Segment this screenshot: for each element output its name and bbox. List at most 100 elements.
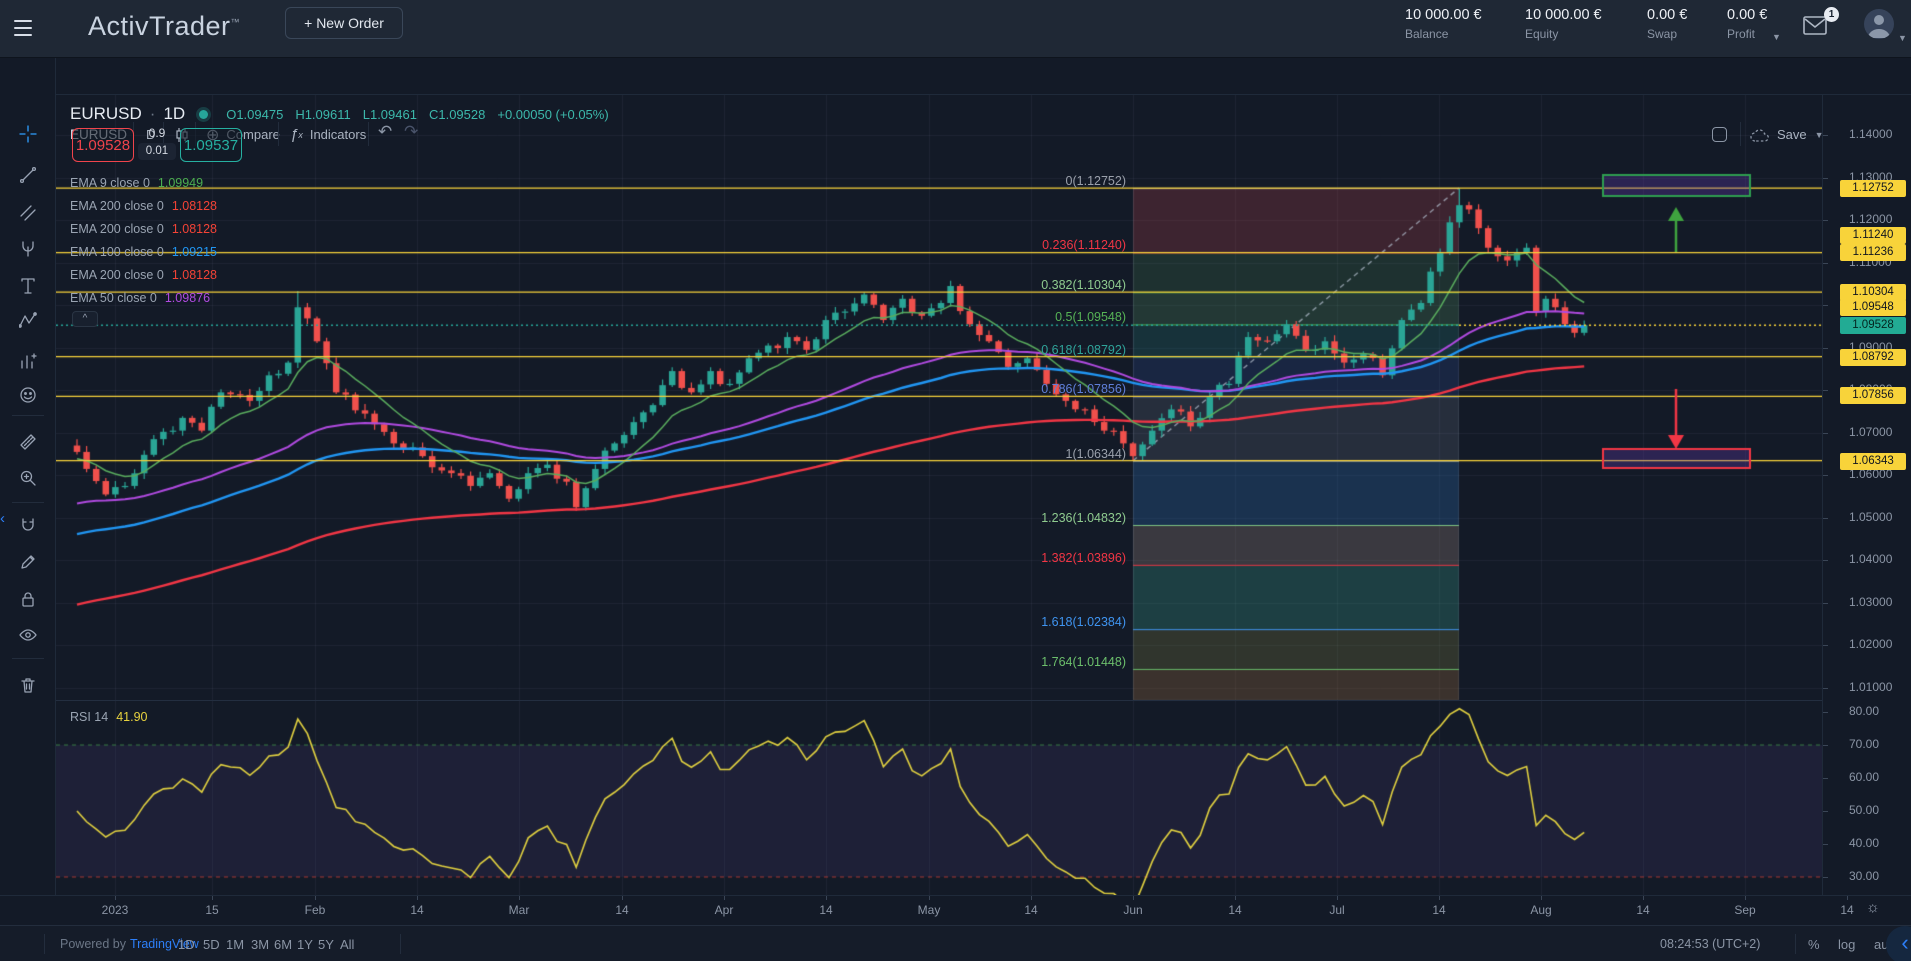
price-level-badge: 1.07856: [1840, 387, 1906, 404]
price-axis[interactable]: 1.140001.130001.120001.110001.100001.090…: [1822, 95, 1911, 925]
fib-level-label: 1(1.06344): [1066, 447, 1126, 461]
measure-ruler-tool-icon[interactable]: [10, 424, 46, 460]
chart-toolbar: EURUSD D ⊕ Compare ƒx Indicators ↶ ↷: [0, 58, 1911, 95]
legend-symbol[interactable]: EURUSD: [70, 104, 142, 124]
fib-level-label: 0.786(1.07856): [1041, 382, 1126, 396]
clock: 08:24:53 (UTC+2): [1660, 926, 1760, 961]
time-axis-label: 14: [1432, 903, 1445, 917]
fib-level-label: 1.382(1.03896): [1041, 551, 1126, 565]
ema-200-legend-row[interactable]: EMA 200 close 01.08128: [70, 222, 217, 236]
buy-button[interactable]: 1.09537: [180, 128, 242, 162]
chart-legend: EURUSD · 1D O1.09475 H1.09611 L1.09461 C…: [70, 104, 609, 124]
spread: 0.9 0.01: [134, 128, 180, 160]
balance-stat: 10 000.00 €Balance: [1405, 7, 1482, 41]
emoji-tool-icon[interactable]: [10, 377, 46, 413]
ema-200-legend-row[interactable]: EMA 200 close 01.08128: [70, 268, 217, 282]
pane-separator[interactable]: [56, 700, 1822, 701]
time-axis-label: Apr: [715, 903, 734, 917]
price-tick-label: 1.04000: [1849, 552, 1892, 566]
ema-50-legend-row[interactable]: EMA 50 close 01.09876: [70, 291, 210, 305]
new-order-button[interactable]: + New Order: [285, 7, 403, 39]
fib-level-label: 0.618(1.08792): [1041, 343, 1126, 357]
time-axis-label: 14: [819, 903, 832, 917]
pattern-tool-icon[interactable]: [10, 303, 46, 339]
fib-level-label: 1.236(1.04832): [1041, 511, 1126, 525]
parallel-channel-tool-icon[interactable]: [10, 195, 46, 231]
price-level-badge: 1.06343: [1840, 453, 1906, 470]
legend-collapse-button[interactable]: ^: [72, 311, 98, 327]
fib-level-label: 0(1.12752): [1066, 174, 1126, 188]
time-axis-label: Jul: [1329, 903, 1344, 917]
lock-drawings-icon[interactable]: [10, 581, 46, 617]
trend-line-tool-icon[interactable]: [10, 157, 46, 193]
price-level-badge: 1.11236: [1840, 244, 1906, 261]
text-tool-icon[interactable]: [10, 268, 46, 304]
legend-interval[interactable]: 1D: [163, 104, 185, 124]
ema-9-legend-row[interactable]: EMA 9 close 01.09949: [70, 176, 203, 190]
time-axis-label: 14: [1840, 903, 1853, 917]
time-axis-label: 14: [1636, 903, 1649, 917]
percent-scale-button[interactable]: %: [1800, 926, 1828, 961]
fib-level-label: 0.382(1.10304): [1041, 278, 1126, 292]
time-axis-label: 14: [1228, 903, 1241, 917]
rsi-tick-label: 60.00: [1849, 770, 1879, 784]
axis-settings-sun-icon[interactable]: ☼: [1866, 899, 1880, 916]
time-axis-label: 15: [205, 903, 218, 917]
drawing-mode-pencil-icon[interactable]: [10, 544, 46, 580]
time-axis[interactable]: 202315Feb14Mar14Apr14May14Jun14Jul14Aug1…: [0, 895, 1911, 925]
mail-icon[interactable]: [1803, 16, 1827, 40]
price-tick-label: 1.07000: [1849, 425, 1892, 439]
ema-200-legend-row[interactable]: EMA 200 close 01.08128: [70, 199, 217, 213]
chart-canvas[interactable]: [56, 95, 1822, 895]
avatar-dropdown-caret-icon[interactable]: ▼: [1898, 33, 1907, 43]
magnet-tool-icon[interactable]: [10, 508, 46, 544]
price-tick-label: 1.02000: [1849, 637, 1892, 651]
rsi-tick-label: 40.00: [1849, 836, 1879, 850]
remove-drawings-trash-icon[interactable]: [10, 667, 46, 703]
rsi-tick-label: 50.00: [1849, 803, 1879, 817]
price-tick-label: 1.05000: [1849, 510, 1892, 524]
time-axis-label: 14: [1024, 903, 1037, 917]
app-window: ActivTrader™ + New Order 10 000.00 €Bala…: [0, 0, 1911, 961]
avatar[interactable]: [1864, 9, 1894, 39]
range-all-button[interactable]: All: [332, 926, 362, 961]
profit-stat: 0.00 €Profit: [1727, 7, 1767, 41]
forecast-bars-tool-icon[interactable]: [10, 343, 46, 379]
hide-drawings-eye-icon[interactable]: [10, 617, 46, 653]
price-level-badge: 1.11240: [1840, 227, 1906, 244]
current-price-badge: 1.09528: [1840, 317, 1906, 334]
equity-stat: 10 000.00 €Equity: [1525, 7, 1602, 41]
pitchfork-tool-icon[interactable]: [10, 231, 46, 267]
price-level-badge: 1.10304: [1840, 284, 1906, 301]
time-axis-label: Feb: [305, 903, 326, 917]
time-axis-label: Sep: [1734, 903, 1755, 917]
rsi-tick-label: 30.00: [1849, 869, 1879, 883]
time-axis-label: 14: [410, 903, 423, 917]
price-level-badge: 1.12752: [1840, 180, 1906, 197]
quote-panel: 1.09528 0.9 0.01 1.09537: [72, 128, 242, 162]
fib-level-label: 0.236(1.11240): [1042, 238, 1126, 252]
ema-100-legend-row[interactable]: EMA 100 close 01.09215: [70, 245, 217, 259]
rsi-tick-label: 80.00: [1849, 704, 1879, 718]
mail-badge: 1: [1824, 7, 1839, 22]
rsi-legend[interactable]: RSI 1441.90: [70, 710, 148, 724]
drawing-tools-sidebar: [0, 58, 56, 925]
price-tick-label: 1.03000: [1849, 595, 1892, 609]
legend-change: +0.00050 (+0.05%): [497, 107, 608, 122]
crosshair-tool-icon[interactable]: [10, 116, 46, 152]
account-dropdown-caret-icon[interactable]: ▼: [1772, 32, 1781, 42]
fib-level-label: 0.5(1.09548): [1055, 310, 1126, 324]
legend-low: L1.09461: [363, 107, 417, 122]
legend-close: C1.09528: [429, 107, 485, 122]
time-axis-label: 2023: [102, 903, 129, 917]
zoom-in-tool-icon[interactable]: [10, 460, 46, 496]
swap-stat: 0.00 €Swap: [1647, 7, 1687, 41]
price-level-badge: 1.08792: [1840, 349, 1906, 366]
price-tick-label: 1.14000: [1849, 127, 1892, 141]
rsi-tick-label: 70.00: [1849, 737, 1879, 751]
log-scale-button[interactable]: log: [1830, 926, 1863, 961]
fib-level-label: 1.618(1.02384): [1041, 615, 1126, 629]
hamburger-menu-icon[interactable]: [10, 15, 36, 41]
sell-button[interactable]: 1.09528: [72, 128, 134, 162]
panel-expander-chevron-icon[interactable]: ‹: [0, 510, 5, 527]
